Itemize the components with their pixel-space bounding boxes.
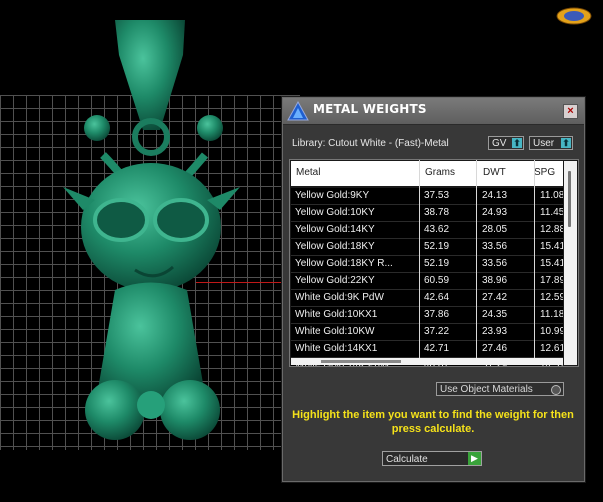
dwt-cell: 27.42 [482, 292, 508, 303]
table-row[interactable]: Yellow Gold:10KY 38.78 24.93 11.45 [291, 205, 563, 222]
table-header: Metal Grams DWT SPG [291, 161, 563, 186]
metal-cell: Yellow Gold:18KY [295, 241, 375, 252]
table-row[interactable]: Yellow Gold:18KY 52.19 33.56 15.41 [291, 239, 563, 256]
spg-cell: 12.59 [540, 292, 563, 303]
table-row[interactable]: White Gold:10KX1 37.86 24.35 11.18 [291, 307, 563, 324]
scrollbar-thumb[interactable] [568, 171, 571, 227]
close-button[interactable]: × [563, 104, 578, 119]
metal-weights-table[interactable]: Metal Grams DWT SPG Yellow Gold:9KY 37.53… [289, 159, 579, 367]
grams-cell: 37.86 [424, 309, 450, 320]
table-row[interactable]: Yellow Gold:22KY 60.59 38.96 17.89 [291, 273, 563, 290]
panel-title: METAL WEIGHTS [313, 102, 427, 116]
spg-cell: 12.61 [540, 343, 563, 354]
use-object-materials-option[interactable]: Use Object Materials [436, 382, 564, 396]
gv-dropdown-value: GV [492, 138, 507, 149]
horizontal-scrollbar[interactable] [291, 358, 563, 365]
spg-cell: 11.45 [540, 207, 563, 218]
table-row[interactable]: Yellow Gold:9KY 37.53 24.13 11.08 [291, 188, 563, 205]
grams-cell: 42.71 [424, 343, 450, 354]
column-divider [534, 160, 535, 365]
library-label: Library: Cutout White - (Fast)-Metal [292, 138, 449, 149]
calculate-label: Calculate [386, 454, 428, 465]
grams-cell: 37.53 [424, 190, 450, 201]
column-divider [476, 160, 477, 365]
calculate-go-button[interactable]: ▶ [468, 452, 481, 465]
alien-pendant-model[interactable] [55, 15, 245, 455]
vertical-scrollbar[interactable] [564, 161, 577, 365]
column-divider [419, 160, 420, 365]
dwt-cell: 23.93 [482, 326, 508, 337]
table-body: Yellow Gold:9KY 37.53 24.13 11.08 Yellow Gol… [291, 188, 563, 366]
metal-cell: White Gold:10KW [295, 326, 375, 337]
header-spg[interactable]: SPG [534, 167, 555, 178]
spg-cell: 12.88 [540, 224, 563, 235]
grams-cell: 43.62 [424, 224, 450, 235]
table-row[interactable]: White Gold:14KX1 42.71 27.46 12.61 [291, 341, 563, 358]
instruction-text: Highlight the item you want to find the … [292, 409, 574, 435]
grams-cell: 52.19 [424, 258, 450, 269]
dwt-cell: 24.93 [482, 207, 508, 218]
dwt-cell: 33.56 [482, 258, 508, 269]
spg-cell: 15.41 [540, 258, 563, 269]
dwt-cell: 28.05 [482, 224, 508, 235]
grams-cell: 42.64 [424, 292, 450, 303]
user-dropdown[interactable]: User ⬆ [529, 136, 573, 150]
dwt-cell: 38.96 [482, 275, 508, 286]
grams-cell: 60.59 [424, 275, 450, 286]
spg-cell: 17.89 [540, 275, 563, 286]
metal-triangle-icon [287, 100, 309, 121]
dwt-cell: 24.35 [482, 309, 508, 320]
header-dwt[interactable]: DWT [483, 167, 506, 178]
gv-dropdown-arrow-icon[interactable]: ⬆ [512, 138, 522, 148]
use-object-materials-label: Use Object Materials [440, 384, 533, 395]
horizontal-scrollbar-thumb[interactable] [321, 360, 401, 363]
app-logo-icon [556, 7, 592, 25]
table-row[interactable]: Yellow Gold:14KY 43.62 28.05 12.88 [291, 222, 563, 239]
user-dropdown-value: User [533, 138, 555, 149]
metal-cell: Yellow Gold:10KY [295, 207, 375, 218]
gv-dropdown[interactable]: GV ⬆ [488, 136, 524, 150]
grams-cell: 52.19 [424, 241, 450, 252]
metal-cell: White Gold:9K PdW [295, 292, 384, 303]
metal-cell: Yellow Gold:18KY R... [295, 258, 393, 269]
spg-cell: 11.18 [540, 309, 563, 320]
spg-cell: 11.08 [540, 190, 563, 201]
header-grams[interactable]: Grams [425, 167, 455, 178]
user-dropdown-arrow-icon[interactable]: ⬆ [561, 138, 571, 148]
metal-cell: Yellow Gold:14KY [295, 224, 375, 235]
dwt-cell: 24.13 [482, 190, 508, 201]
dwt-cell: 33.56 [482, 241, 508, 252]
grams-cell: 37.22 [424, 326, 450, 337]
table-row[interactable]: Yellow Gold:18KY R... 52.19 33.56 15.41 [291, 256, 563, 273]
spg-cell: 15.41 [540, 241, 563, 252]
table-row[interactable]: White Gold:10KW 37.22 23.93 10.99 [291, 324, 563, 341]
spg-cell: 10.99 [540, 326, 563, 337]
metal-cell: White Gold:10KX1 [295, 309, 378, 320]
table-row[interactable]: White Gold:9K PdW 42.64 27.42 12.59 [291, 290, 563, 307]
use-object-materials-radio[interactable] [551, 385, 561, 395]
header-metal[interactable]: Metal [296, 167, 320, 178]
metal-weights-panel: METAL WEIGHTS × Library: Cutout White - … [282, 97, 585, 482]
dwt-cell: 27.46 [482, 343, 508, 354]
grams-cell: 38.78 [424, 207, 450, 218]
calculate-dropdown[interactable]: Calculate ▶ [382, 451, 482, 466]
panel-titlebar[interactable]: METAL WEIGHTS × [283, 98, 584, 125]
metal-cell: White Gold:14KX1 [295, 343, 378, 354]
metal-cell: Yellow Gold:22KY [295, 275, 375, 286]
metal-cell: Yellow Gold:9KY [295, 190, 370, 201]
